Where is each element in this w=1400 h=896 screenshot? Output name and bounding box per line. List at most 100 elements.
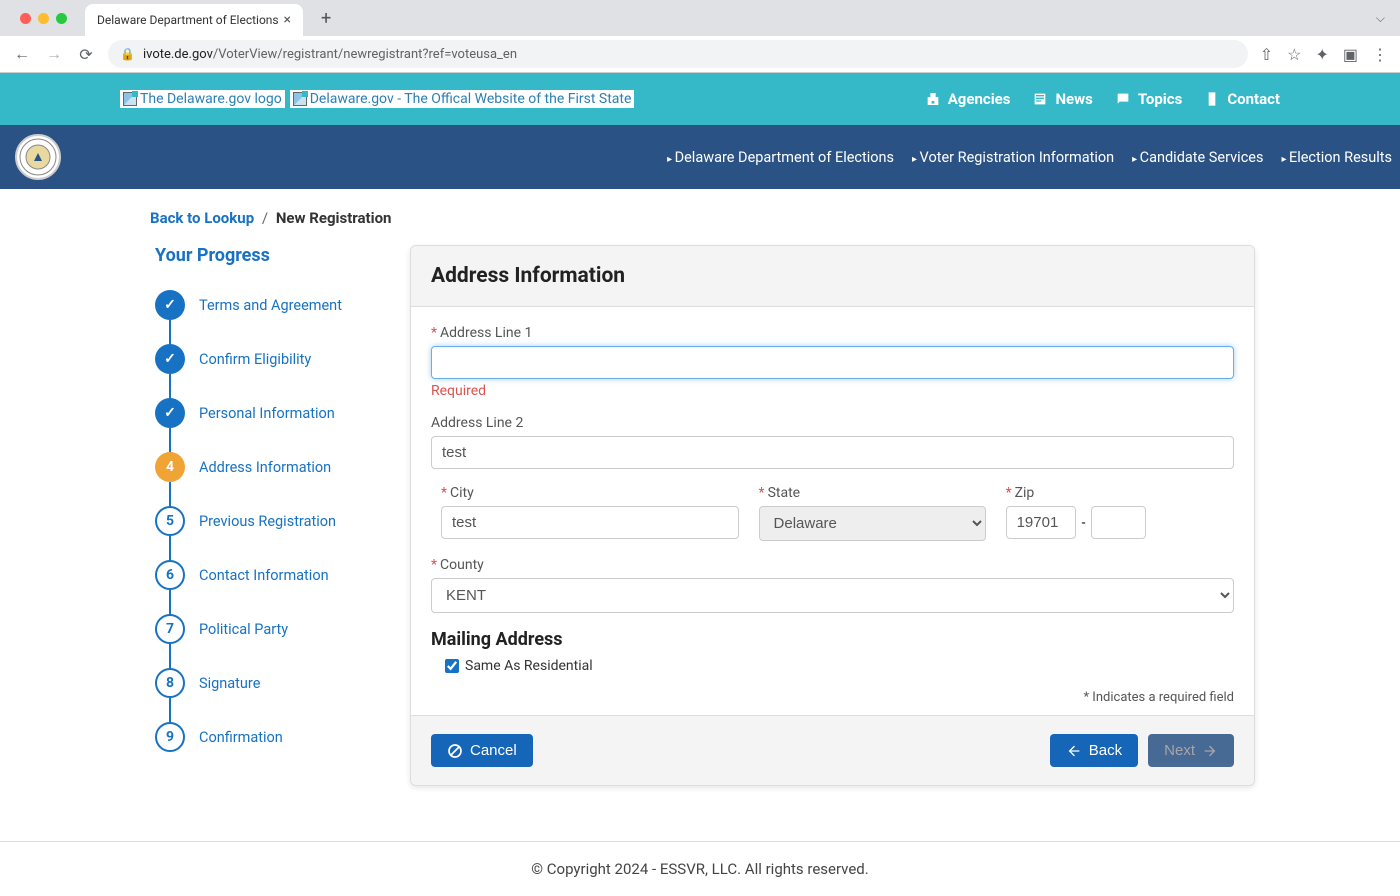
broken-image-tagline[interactable]: Delaware.gov - The Offical Website of th…	[290, 90, 635, 108]
panel-icon[interactable]: ▣	[1343, 45, 1358, 64]
progress-step-7[interactable]: 7 Political Party	[155, 614, 370, 644]
state-seal[interactable]	[15, 134, 61, 180]
input-address-line-1[interactable]	[431, 346, 1234, 379]
progress-step-4[interactable]: 4 Address Information	[155, 452, 370, 482]
progress-step-8[interactable]: 8 Signature	[155, 668, 370, 698]
broken-image-logo[interactable]: The Delaware.gov logo	[120, 90, 285, 108]
copyright-text: © Copyright 2024 - ESSVR, LLC. All right…	[531, 860, 868, 878]
dept-link-3[interactable]: Election Results	[1281, 149, 1392, 166]
next-button[interactable]: Next	[1148, 734, 1234, 767]
browser-toolbar: ← → ⟳ 🔒 ivote.de.gov/VoterView/registran…	[0, 36, 1400, 72]
select-county[interactable]: KENT	[431, 578, 1234, 613]
progress-step-5[interactable]: 5 Previous Registration	[155, 506, 370, 536]
progress-steps: ✓ Terms and Agreement ✓ Confirm Eligibil…	[155, 290, 370, 752]
breadcrumb-current: New Registration	[276, 209, 392, 227]
panel-header: Address Information	[411, 246, 1254, 307]
seal-icon	[18, 137, 58, 177]
step-label: Previous Registration	[199, 513, 336, 530]
field-address-line-2: Address Line 2	[431, 415, 1234, 469]
tab-close-icon[interactable]: ×	[284, 12, 291, 28]
breadcrumb-sep: /	[262, 209, 268, 227]
select-state[interactable]: Delaware	[759, 506, 986, 541]
window-controls	[10, 13, 77, 24]
forward-icon[interactable]: →	[44, 44, 64, 64]
error-address-line-1: Required	[431, 383, 1234, 399]
field-address-line-1: *Address Line 1 Required	[431, 325, 1234, 399]
progress-title: Your Progress	[155, 245, 370, 266]
required-field-note: * Indicates a required field	[431, 690, 1234, 705]
reload-icon[interactable]: ⟳	[76, 45, 96, 64]
lock-icon: 🔒	[120, 47, 135, 61]
window-close-icon[interactable]	[20, 13, 31, 24]
step-label: Terms and Agreement	[199, 297, 342, 314]
gov-link-news[interactable]: News	[1032, 90, 1092, 108]
extension-icon[interactable]: ✦	[1315, 45, 1328, 64]
step-circle: ✓	[155, 344, 185, 374]
step-circle: 6	[155, 560, 185, 590]
url-text: ivote.de.gov/VoterView/registrant/newreg…	[143, 47, 517, 62]
tabs-dropdown-icon[interactable]: ⌵	[1376, 11, 1385, 26]
label-county: *County	[431, 557, 1234, 573]
checkbox-same-as-residential[interactable]	[445, 659, 459, 673]
input-zip-ext[interactable]	[1091, 506, 1146, 539]
share-icon[interactable]: ⇧	[1260, 45, 1273, 64]
page-footer: © Copyright 2024 - ESSVR, LLC. All right…	[0, 841, 1400, 896]
phone-icon	[1204, 91, 1220, 107]
tab-bar: Delaware Department of Elections × + ⌵	[0, 0, 1400, 36]
step-label: Confirmation	[199, 729, 283, 746]
step-circle: ✓	[155, 290, 185, 320]
back-button[interactable]: Back	[1050, 734, 1138, 767]
step-circle: 5	[155, 506, 185, 536]
progress-step-3[interactable]: ✓ Personal Information	[155, 398, 370, 428]
new-tab-button[interactable]: +	[311, 8, 341, 29]
progress-step-9[interactable]: 9 Confirmation	[155, 722, 370, 752]
progress-step-1[interactable]: ✓ Terms and Agreement	[155, 290, 370, 320]
broken-image-icon	[123, 92, 137, 106]
step-label: Signature	[199, 675, 260, 692]
gov-link-agencies[interactable]: Agencies	[925, 90, 1011, 108]
window-minimize-icon[interactable]	[38, 13, 49, 24]
bookmark-icon[interactable]: ☆	[1287, 45, 1301, 64]
tab-title: Delaware Department of Elections	[97, 13, 279, 27]
breadcrumb-back-link[interactable]: Back to Lookup	[150, 209, 254, 227]
zip-separator: -	[1082, 515, 1086, 531]
browser-tab[interactable]: Delaware Department of Elections ×	[85, 4, 303, 36]
building-icon	[925, 91, 941, 107]
dept-link-0[interactable]: Delaware Department of Elections	[667, 149, 894, 166]
step-label: Address Information	[199, 459, 331, 476]
panel-body: *Address Line 1 Required Address Line 2 …	[411, 307, 1254, 715]
chat-icon	[1115, 91, 1131, 107]
input-city[interactable]	[441, 506, 739, 539]
state-gov-bar: The Delaware.gov logo Delaware.gov - The…	[0, 73, 1400, 125]
gov-link-topics[interactable]: Topics	[1115, 90, 1182, 108]
dept-link-1[interactable]: Voter Registration Information	[912, 149, 1114, 166]
label-state: *State	[759, 485, 986, 501]
input-address-line-2[interactable]	[431, 436, 1234, 469]
step-circle: 4	[155, 452, 185, 482]
dept-link-2[interactable]: Candidate Services	[1132, 149, 1263, 166]
panel-title: Address Information	[431, 264, 1234, 288]
field-city: *City	[441, 485, 739, 541]
arrow-right-icon	[1202, 743, 1218, 759]
input-zip[interactable]	[1006, 506, 1076, 539]
browser-toolbar-icons: ⇧ ☆ ✦ ▣ ⋮	[1260, 45, 1388, 64]
gov-link-contact[interactable]: Contact	[1204, 90, 1280, 108]
window-maximize-icon[interactable]	[56, 13, 67, 24]
label-city: *City	[441, 485, 739, 501]
step-label: Political Party	[199, 621, 288, 638]
kebab-menu-icon[interactable]: ⋮	[1372, 45, 1388, 64]
back-icon[interactable]: ←	[12, 44, 32, 64]
step-label: Contact Information	[199, 567, 329, 584]
progress-step-2[interactable]: ✓ Confirm Eligibility	[155, 344, 370, 374]
form-panel: Address Information *Address Line 1 Requ…	[410, 245, 1255, 786]
main-content: Back to Lookup / New Registration Your P…	[125, 189, 1275, 786]
label-same-as-residential: Same As Residential	[465, 658, 593, 674]
address-bar[interactable]: 🔒 ivote.de.gov/VoterView/registrant/newr…	[108, 40, 1248, 68]
newspaper-icon	[1032, 91, 1048, 107]
arrow-left-icon	[1066, 743, 1082, 759]
field-same-as-residential: Same As Residential	[431, 658, 1234, 674]
cancel-button[interactable]: Cancel	[431, 734, 533, 767]
browser-chrome: Delaware Department of Elections × + ⌵ ←…	[0, 0, 1400, 73]
progress-step-6[interactable]: 6 Contact Information	[155, 560, 370, 590]
gov-bar-right: Agencies News Topics Contact	[925, 90, 1280, 108]
